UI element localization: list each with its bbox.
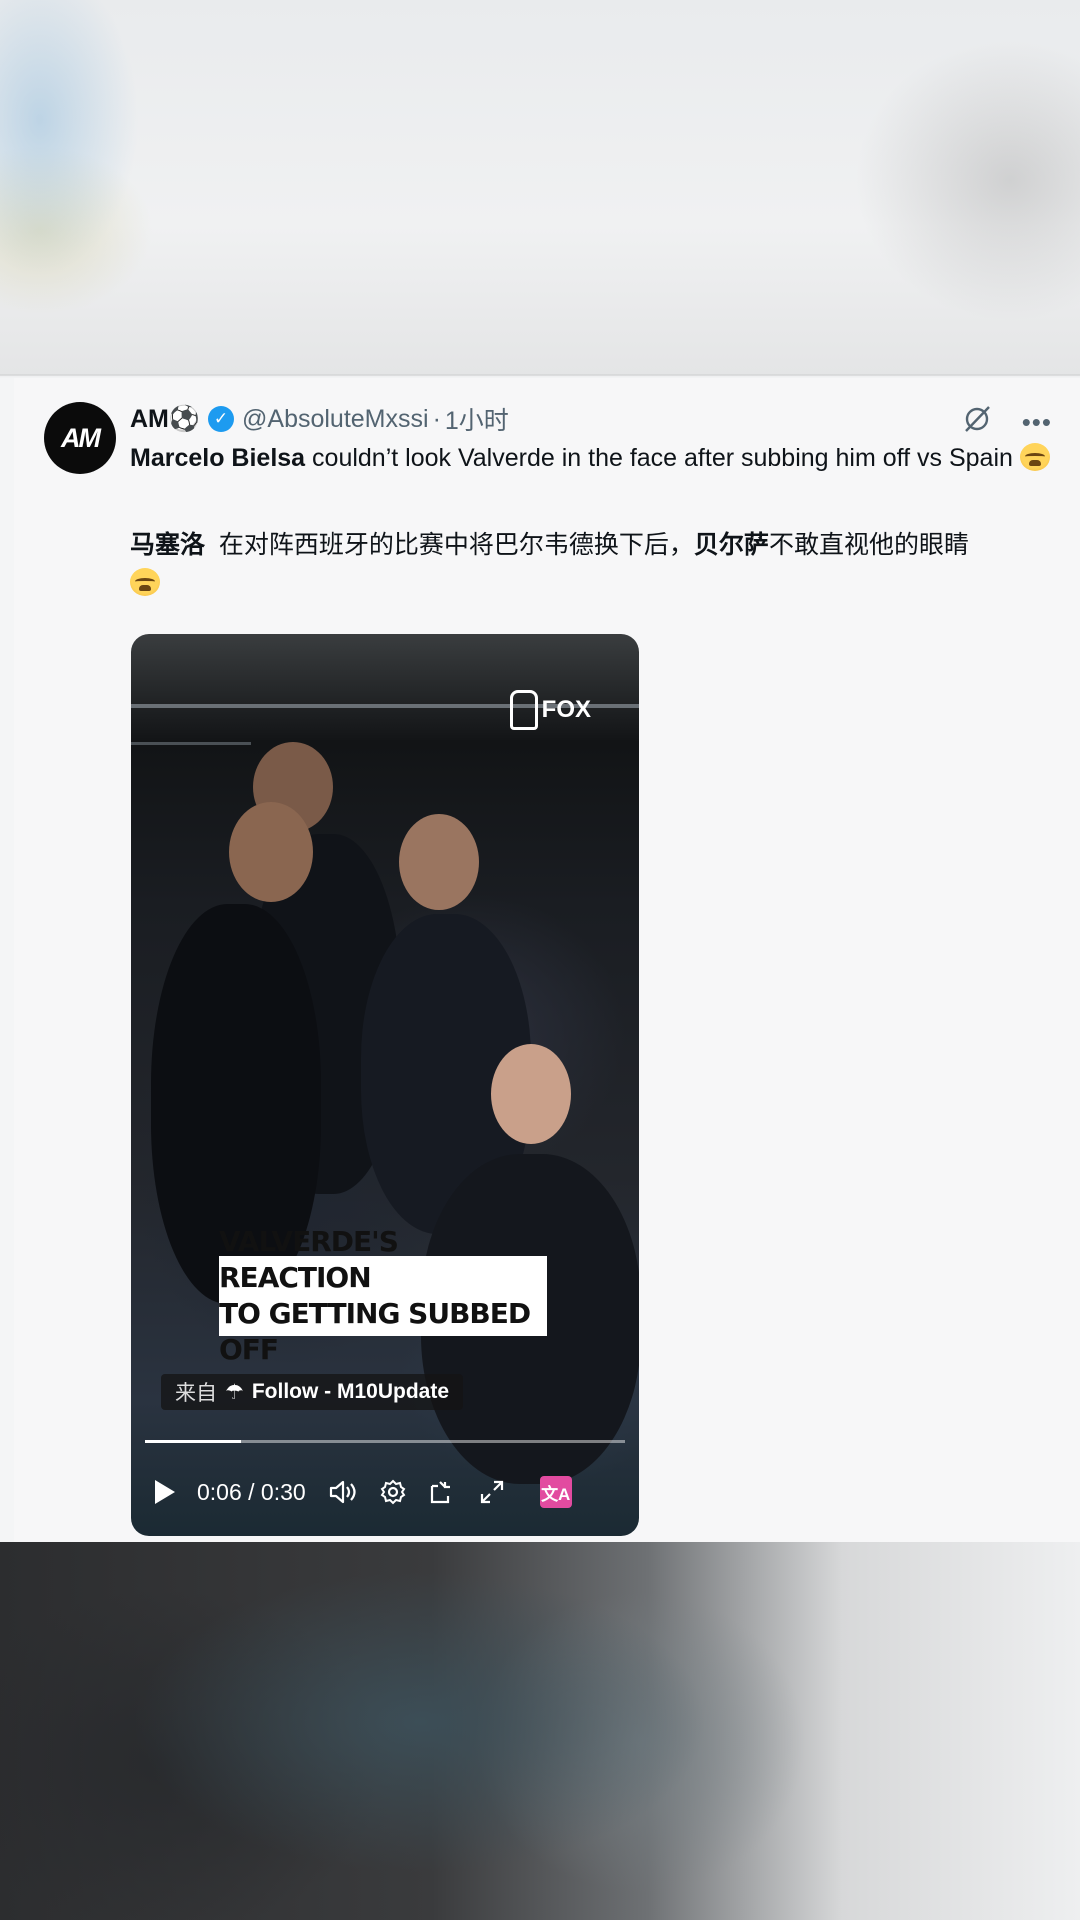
video-caption: VALVERDE'S REACTION TO GETTING SUBBED OF…: [219, 1225, 547, 1366]
play-icon[interactable]: [155, 1480, 175, 1504]
display-name[interactable]: AM⚽: [130, 405, 200, 434]
video-scene-head: [399, 814, 479, 910]
video-scene-decor: [131, 742, 251, 745]
zh-bold-1: 马塞洛: [130, 531, 206, 559]
crying-emoji-icon: [130, 568, 160, 596]
tweet-card[interactable]: AM AM⚽ ✓ @AbsoluteMxssi · 1小时 ••• Marcel…: [14, 378, 1080, 1542]
video-player[interactable]: FOX VALVERDE'S REACTION TO GETTING SUBBE…: [131, 634, 639, 1536]
tweet-text-english: Marcelo Bielsa couldn’t look Valverde in…: [130, 440, 1050, 476]
timestamp[interactable]: 1小时: [445, 401, 509, 437]
broadcaster-name: FOX: [541, 696, 591, 723]
grok-icon[interactable]: [962, 404, 992, 439]
trophy-icon: [509, 690, 538, 730]
avatar-text: AM: [61, 422, 101, 453]
picture-in-picture-icon[interactable]: [428, 1478, 456, 1506]
verified-badge-icon: ✓: [208, 406, 235, 432]
crying-emoji-icon: [1019, 443, 1050, 471]
tweet-text-chinese: 马塞洛 在对阵西班牙的比赛中将巴尔韦德换下后，贝尔萨不敢直视他的眼睛: [130, 526, 1060, 602]
translate-icon[interactable]: 文A: [539, 1476, 572, 1508]
blurred-background-top: [0, 0, 1080, 376]
video-caption-line2: TO GETTING SUBBED OFF: [219, 1297, 531, 1366]
video-source-attribution[interactable]: 来自 ☂ Follow - M10Update: [161, 1374, 464, 1410]
separator: ·: [432, 404, 441, 433]
video-timecode: 0:06 / 0:30: [197, 1478, 306, 1505]
broadcaster-logo: FOX: [509, 690, 591, 730]
zh-text-rest: 不敢直视他的眼睛: [768, 531, 969, 559]
source-label: Follow - M10Update: [251, 1380, 450, 1403]
video-controls: 0:06 / 0:30 文A: [149, 1472, 619, 1512]
blurred-background-bottom: [0, 1542, 1080, 1920]
more-icon[interactable]: •••: [1022, 409, 1052, 435]
user-handle[interactable]: @AbsoluteMxssi: [242, 405, 429, 434]
zh-bold-2: 贝尔萨: [693, 531, 769, 559]
umbrella-icon: ☂: [225, 1380, 244, 1404]
source-prefix: 来自: [175, 1382, 217, 1405]
video-scene-head: [229, 802, 313, 902]
tweet-header: AM⚽ ✓ @AbsoluteMxssi · 1小时: [130, 402, 509, 436]
tweet-text-en-body: couldn’t look Valverde in the face after…: [305, 444, 1013, 472]
video-caption-line1: VALVERDE'S REACTION: [219, 1225, 399, 1294]
settings-icon[interactable]: [380, 1479, 406, 1505]
mention-bold: Marcelo Bielsa: [130, 444, 306, 472]
video-scene-head: [491, 1044, 571, 1144]
volume-icon[interactable]: [328, 1478, 358, 1506]
fullscreen-icon[interactable]: [478, 1478, 506, 1506]
zh-text-mid: 在对阵西班牙的比赛中将巴尔韦德换下后，: [205, 531, 694, 559]
video-progress-bar[interactable]: [145, 1440, 625, 1443]
avatar[interactable]: AM: [44, 402, 116, 474]
tweet-actions-top: •••: [962, 404, 1052, 439]
video-progress-fill: [145, 1440, 241, 1443]
